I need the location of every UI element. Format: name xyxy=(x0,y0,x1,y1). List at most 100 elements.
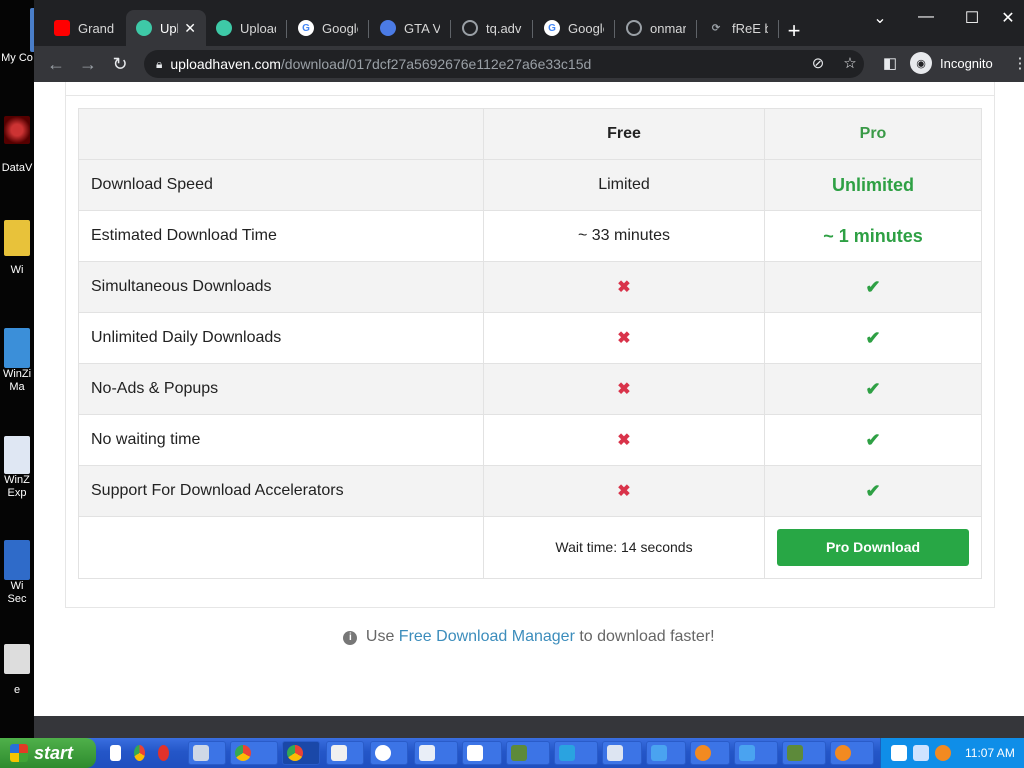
tab-separator xyxy=(450,20,451,38)
taskbar-minecraft-1[interactable] xyxy=(506,741,550,765)
tab-uploadhaven-active[interactable]: Upl ✕ xyxy=(126,10,206,46)
minimize-icon[interactable]: — xyxy=(916,8,936,26)
desktop-icon-datav[interactable]: DataV xyxy=(0,116,34,175)
menu-dots-icon[interactable]: ⋮ xyxy=(1010,54,1024,74)
shield-icon[interactable] xyxy=(891,745,907,761)
tab-free[interactable]: ⟳ fReE bC xyxy=(698,10,778,46)
taskbar-avast-1[interactable] xyxy=(690,741,730,765)
tab-onmars[interactable]: onmars xyxy=(616,10,696,46)
taskbar-minecraft-2[interactable] xyxy=(782,741,826,765)
monitor-icon xyxy=(559,745,575,761)
maximize-icon[interactable]: ☐ xyxy=(962,8,982,28)
desktop-icon-winzip-mail[interactable]: WinZi Ma xyxy=(0,328,34,394)
avast-tray-icon[interactable] xyxy=(935,745,951,761)
pro-value: ~ 1 minutes xyxy=(764,210,982,262)
forward-icon[interactable]: → xyxy=(76,52,100,76)
quicklaunch-opera-icon[interactable] xyxy=(154,741,176,765)
new-tab-button[interactable]: + xyxy=(784,18,804,44)
free-download-manager-link[interactable]: Free Download Manager xyxy=(399,628,575,645)
feature-label: Support For Download Accelerators xyxy=(78,465,484,517)
tracking-off-icon[interactable]: ⊘ xyxy=(808,54,828,74)
cross-icon: ✖ xyxy=(617,432,631,449)
taskbar-chrome-1[interactable] xyxy=(230,741,278,765)
taskbar-download-2[interactable] xyxy=(734,741,778,765)
table-action-row: Wait time: 14 seconds Pro Download xyxy=(78,516,982,579)
check-icon: ✔ xyxy=(865,429,881,450)
bookmark-star-icon[interactable]: ☆ xyxy=(840,54,860,74)
app-icon xyxy=(331,745,347,761)
check-icon: ✔ xyxy=(865,327,881,348)
tab-strip: Grand T Upl ✕ Upload G Google GTA V R tq… xyxy=(34,0,1024,46)
incognito-badge[interactable]: ◉ Incognito xyxy=(910,52,993,74)
chrome-icon xyxy=(287,745,303,761)
tab-separator xyxy=(778,20,779,38)
download-icon xyxy=(739,745,755,761)
table-row: No waiting time ✖ ✔ xyxy=(78,414,982,466)
table-row: Support For Download Accelerators ✖ ✔ xyxy=(78,465,982,517)
table-row: Simultaneous Downloads ✖ ✔ xyxy=(78,261,982,313)
cross-icon: ✖ xyxy=(617,330,631,347)
tab-google-2[interactable]: G Google xyxy=(534,10,614,46)
tab-tq[interactable]: tq.adve xyxy=(452,10,532,46)
desktop-icon-wi[interactable]: Wi xyxy=(0,220,34,277)
taskbar-app-1[interactable] xyxy=(188,741,226,765)
reload-icon[interactable]: ↻ xyxy=(108,52,132,76)
taskbar-app-2[interactable] xyxy=(326,741,364,765)
taskbar-notepad[interactable] xyxy=(414,741,458,765)
pro-download-button[interactable]: Pro Download xyxy=(777,529,969,566)
desktop-icon-e[interactable]: e xyxy=(0,644,34,697)
download-icon xyxy=(651,745,667,761)
globe-icon xyxy=(462,20,478,36)
pro-value: Unlimited xyxy=(764,159,982,211)
desktop-icon-my-computer[interactable]: My Co xyxy=(0,8,34,65)
tab-separator xyxy=(368,20,369,38)
start-button[interactable]: start xyxy=(0,738,96,768)
chrome-icon xyxy=(235,745,251,761)
folder-icon xyxy=(4,220,30,256)
taskbar-cards[interactable] xyxy=(462,741,502,765)
download-hint: i Use Free Download Manager to download … xyxy=(34,628,1024,646)
check-icon: ✔ xyxy=(865,378,881,399)
windows-logo-icon xyxy=(10,744,28,762)
back-icon[interactable]: ← xyxy=(44,52,68,76)
taskbar-chrome-active[interactable] xyxy=(282,741,320,765)
taskbar-app-3[interactable] xyxy=(602,741,642,765)
winzip-icon xyxy=(4,328,30,368)
side-panel-icon[interactable]: ◧ xyxy=(880,54,900,74)
tab-search-icon[interactable]: ⌄ xyxy=(870,8,890,28)
tab-upload[interactable]: Upload xyxy=(206,10,286,46)
browser-toolbar: ← → ↻ 🔒︎ uploadhaven.com/download/017dcf… xyxy=(34,46,1024,82)
network-icon[interactable] xyxy=(913,745,929,761)
cloud-icon xyxy=(380,20,396,36)
table-row: Unlimited Daily Downloads ✖ ✔ xyxy=(78,312,982,364)
table-row: Estimated Download Time ~ 33 minutes ~ 1… xyxy=(78,210,982,262)
desktop-icon-winzip-pdf[interactable]: WinZ Exp xyxy=(0,436,34,500)
browser-window: Grand T Upl ✕ Upload G Google GTA V R tq… xyxy=(34,0,1024,738)
app-icon xyxy=(607,745,623,761)
feature-label: Download Speed xyxy=(78,159,484,211)
cross-icon: ✖ xyxy=(617,279,631,296)
system-tray: 11:07 AM xyxy=(880,738,1024,768)
check-icon: ✔ xyxy=(865,276,881,297)
opera-icon xyxy=(158,745,169,761)
quicklaunch-document-icon[interactable] xyxy=(106,741,128,765)
free-value: ~ 33 minutes xyxy=(483,210,765,262)
tab-grand[interactable]: Grand T xyxy=(44,10,124,46)
quicklaunch-chrome-icon[interactable] xyxy=(130,741,152,765)
tab-google-1[interactable]: G Google xyxy=(288,10,368,46)
taskbar-clock-app[interactable] xyxy=(370,741,408,765)
avast-icon xyxy=(695,745,711,761)
tab-gta[interactable]: GTA V R xyxy=(370,10,450,46)
close-tab-icon[interactable]: ✕ xyxy=(184,20,196,37)
taskbar: start 11:07 AM xyxy=(0,738,1024,768)
address-bar[interactable]: 🔒︎ uploadhaven.com/download/017dcf27a569… xyxy=(144,50,864,78)
tab-separator xyxy=(614,20,615,38)
cross-icon: ✖ xyxy=(617,381,631,398)
clock: 11:07 AM xyxy=(965,746,1015,760)
taskbar-monitor[interactable] xyxy=(554,741,598,765)
desktop-icon-win-sec[interactable]: Wi Sec xyxy=(0,540,34,606)
taskbar-download-1[interactable] xyxy=(646,741,686,765)
header-pro: Pro xyxy=(764,108,982,160)
taskbar-avast-2[interactable] xyxy=(830,741,874,765)
close-window-icon[interactable]: ✕ xyxy=(998,8,1018,28)
